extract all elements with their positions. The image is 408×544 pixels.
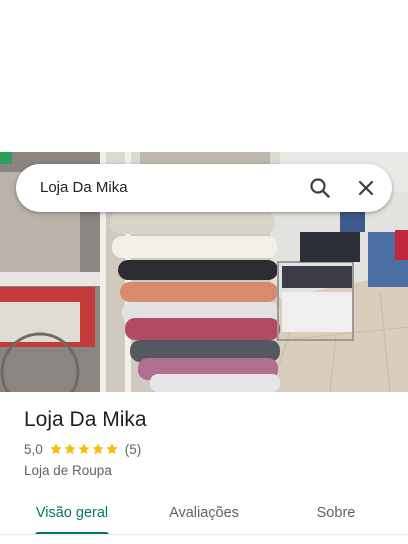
place-title: Loja Da Mika xyxy=(24,408,147,431)
search-bar[interactable]: Loja Da Mika xyxy=(16,164,392,212)
star-icon xyxy=(64,443,76,455)
place-category[interactable]: Loja de Roupa xyxy=(24,461,384,481)
close-icon[interactable] xyxy=(352,174,380,202)
tabs-divider xyxy=(0,534,408,535)
star-icon xyxy=(92,443,104,455)
tab-reviews[interactable]: Avaliações xyxy=(150,494,258,532)
place-tabs: Visão geral Avaliações Sobre xyxy=(0,494,408,536)
rating-stars xyxy=(49,442,119,456)
star-icon xyxy=(106,443,118,455)
tab-overview[interactable]: Visão geral xyxy=(22,494,122,532)
search-input[interactable]: Loja Da Mika xyxy=(40,164,128,212)
map-blank-area xyxy=(0,0,408,152)
star-icon xyxy=(50,443,62,455)
star-icon xyxy=(78,443,90,455)
place-info: Loja Da Mika 5,0 (5) Loja de Roupa xyxy=(24,402,384,481)
rating-value: 5,0 xyxy=(24,441,43,457)
tab-about[interactable]: Sobre xyxy=(300,494,372,532)
search-icon[interactable] xyxy=(306,174,334,202)
rating-row[interactable]: 5,0 (5) xyxy=(24,438,384,460)
review-count: (5) xyxy=(124,441,142,457)
